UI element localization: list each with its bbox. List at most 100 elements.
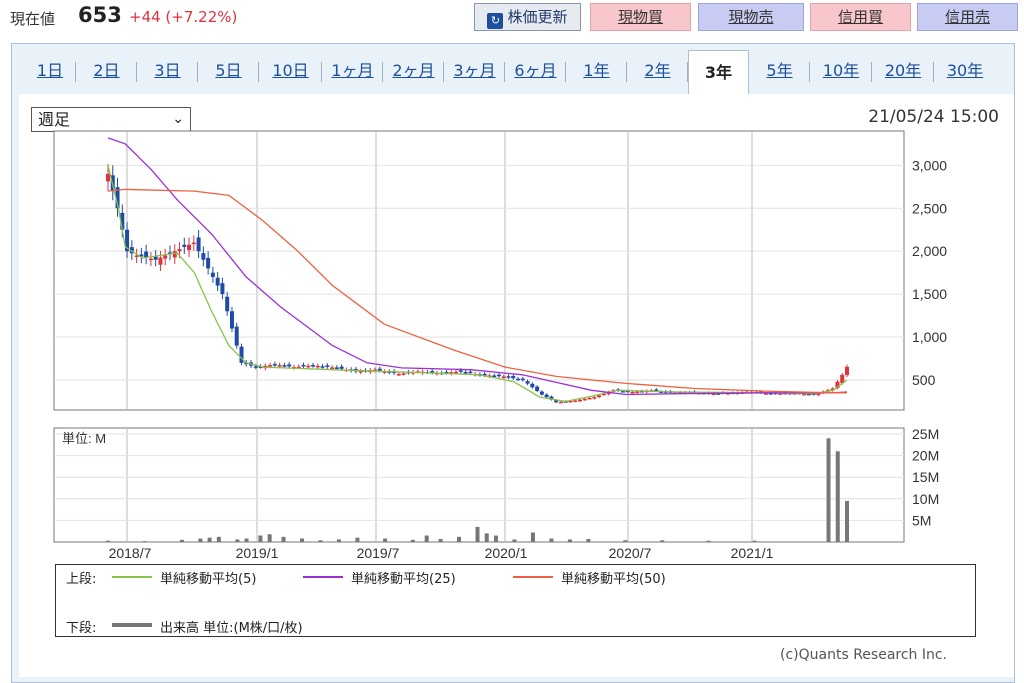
candle-body-21 [206,257,211,269]
candle-body-24 [220,283,225,295]
candle-body-83 [501,376,506,379]
candle-body-61 [396,373,401,376]
candle-body-9 [148,258,153,261]
candle-body-82 [496,374,501,377]
candle-body-49 [339,366,344,369]
candle-body-108 [620,391,625,393]
x-tick-1: 2019/1 [236,545,279,561]
candle-body-110 [630,391,635,394]
volume-bar-29 [660,540,665,542]
candle-body-81 [492,375,497,377]
volume-bar-10 [281,536,286,542]
legend-ma5-swatch [112,576,152,578]
volume-bar-17 [424,535,429,542]
candle-body-92 [544,394,549,398]
candle-body-17 [187,244,192,251]
x-tick-2: 2019/7 [357,545,400,561]
volume-bar-27 [586,538,591,542]
volume-y-tick-3: 10M [912,491,939,507]
candle-body-75 [463,371,468,374]
volume-bar-3 [198,538,203,542]
candle-body-15 [177,249,182,252]
legend-ma25-swatch [303,576,343,578]
volume-bar-13 [336,539,341,542]
candle-body-35 [272,364,277,366]
candle-body-95 [558,401,563,404]
volume-bar-4 [207,537,212,542]
candle-body-25 [225,296,230,312]
candle-body-11 [158,257,163,265]
volume-unit-label: 単位: M [62,431,106,446]
volume-bar-31 [752,540,757,542]
candle-body-90 [535,386,540,391]
volume-bar-32 [826,438,831,542]
candle-body-62 [401,373,406,375]
volume-bar-5 [216,536,221,542]
legend-volume-label: 出来高 単位:(M株/口/枚) [160,621,303,636]
candle-body-12 [163,255,168,259]
legend-volume-swatch [112,623,152,627]
volume-y-tick-1: 20M [912,448,939,464]
volume-bar-1 [142,541,147,542]
candle-body-85 [511,376,516,379]
legend-ma5-label: 単純移動平均(5) [160,572,257,587]
legend-ma50-label: 単純移動平均(50) [561,572,666,587]
candle-body-91 [539,391,544,395]
volume-bar-24 [530,532,535,542]
candle-body-31 [253,366,258,368]
candle-body-42 [306,365,311,368]
volume-bar-28 [623,540,628,542]
candle-body-38 [287,364,292,367]
volume-bar-0 [106,540,110,542]
volume-bar-16 [410,539,415,542]
candle-body-20 [201,253,206,260]
legend-ma50-swatch [513,576,553,578]
candle-body-88 [525,381,530,384]
candle-body-16 [182,244,187,247]
volume-bar-14 [355,537,360,542]
volume-plot-frame [53,427,905,543]
candle-body-101 [587,397,592,400]
x-tick-5: 2021/1 [731,545,774,561]
volume-bar-7 [244,538,249,542]
volume-bar-2 [179,539,184,542]
price-y-tick-0: 3,000 [912,157,947,173]
candle-body-45 [320,366,325,368]
price-y-tick-1: 2,500 [912,200,947,216]
candle-body-19 [196,237,201,252]
x-tick-0: 2018/7 [109,545,152,561]
candle-body-27 [234,326,239,346]
candle-body-89 [530,383,535,388]
candle-body-47 [330,367,335,369]
candle-body-100 [582,398,587,401]
candle-body-10 [153,256,158,260]
volume-bar-30 [706,540,711,542]
volume-bar-21 [484,533,489,542]
candle-body-155 [845,366,849,376]
volume-bar-8 [258,535,263,542]
candle-body-86 [516,378,521,381]
volume-bar-23 [512,539,517,542]
volume-bar-9 [267,534,272,542]
candle-body-22 [210,272,215,277]
candle-body-36 [277,365,282,367]
candle-body-26 [229,311,234,329]
price-y-tick-3: 1,500 [912,286,947,302]
price-y-tick-4: 1,000 [912,329,947,345]
candle-body-57 [377,368,382,371]
volume-bar-22 [493,535,498,542]
candle-body-103 [597,395,602,398]
candle-body-74 [458,370,463,372]
volume-y-tick-0: 25M [912,426,939,442]
candle-body-0 [106,173,110,182]
candle-body-37 [282,365,287,367]
candle-body-73 [454,371,459,374]
candle-body-18 [191,242,196,245]
volume-bar-34 [845,500,849,542]
volume-bar-26 [567,539,572,542]
volume-y-tick-4: 5M [912,512,931,528]
volume-bar-6 [235,539,240,542]
volume-bar-19 [457,536,462,542]
candle-body-34 [268,365,273,367]
copyright: (c)Quants Research Inc. [780,647,948,663]
